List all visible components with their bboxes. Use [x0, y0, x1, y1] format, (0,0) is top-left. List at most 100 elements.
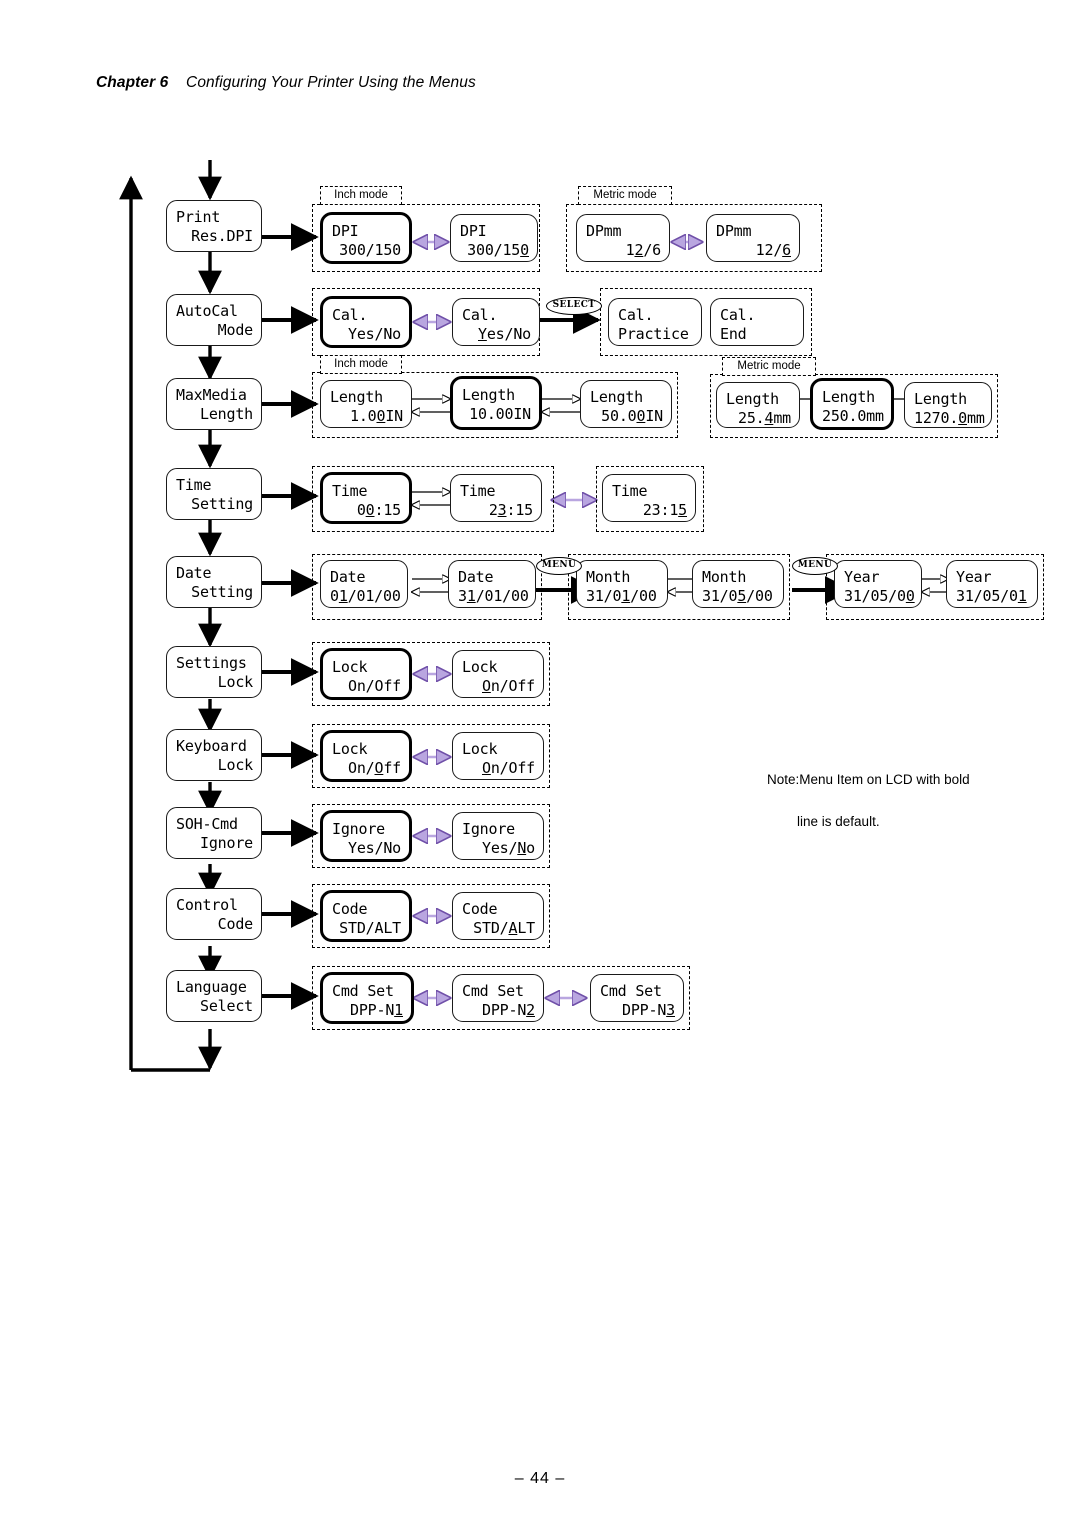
lcd-line-1: Ignore	[462, 820, 515, 838]
menu-key-badge-month[interactable]: MENU	[536, 557, 582, 575]
menu-line-1: Keyboard	[176, 737, 247, 755]
lcd-settings-lock-alt[interactable]: Lock On/Off	[452, 650, 544, 698]
lcd-cal-practice[interactable]: Cal. Practice	[608, 298, 702, 346]
lcd-line-2: Yes/No	[348, 838, 401, 857]
lcd-date-year-1[interactable]: Year 31/05/00	[834, 560, 922, 608]
lcd-line-1: Month	[586, 568, 631, 586]
lcd-dpi-inch-default[interactable]: DPI 300/150	[320, 212, 412, 264]
menu-item-soh-cmd-ignore[interactable]: SOH-Cmd Ignore	[166, 807, 262, 859]
lcd-line-2: 12/6	[625, 240, 662, 259]
lcd-line-2: 12/6	[755, 240, 792, 259]
menu-line-2: Setting	[191, 494, 253, 513]
lcd-cmd-set-n3[interactable]: Cmd Set DPP-N3	[590, 974, 684, 1022]
lcd-control-code-alt[interactable]: Code STD/ALT	[452, 892, 544, 940]
lcd-line-1: Cmd Set	[332, 982, 394, 1000]
lcd-line-2: 300/150	[467, 240, 529, 259]
lcd-line-1: Lock	[332, 658, 368, 676]
lcd-line-2: 01/01/00	[330, 586, 401, 605]
lcd-date-day-2[interactable]: Date 31/01/00	[448, 560, 536, 608]
lcd-dpi-inch-alt[interactable]: DPI 300/150	[450, 214, 538, 262]
menu-item-language-select[interactable]: Language Select	[166, 970, 262, 1022]
lcd-length-metric-default[interactable]: Length 250.0mm	[810, 378, 894, 430]
note-line-1: Note:Menu Item on LCD with bold	[767, 772, 970, 787]
menu-flow-diagram: Inch mode Metric mode Inch mode Metric m…	[0, 0, 1080, 1100]
lcd-line-2: DPP-N2	[482, 1000, 535, 1019]
lcd-dpmm-metric-1[interactable]: DPmm 12/6	[576, 214, 670, 262]
metric-mode-label-2: Metric mode	[722, 357, 816, 376]
menu-line-1: Print	[176, 208, 221, 226]
lcd-cal-default[interactable]: Cal. Yes/No	[320, 296, 412, 348]
menu-line-2: Mode	[217, 320, 254, 339]
lcd-line-1: Cal.	[332, 306, 368, 324]
lcd-length-inch-min[interactable]: Length 1.00IN	[320, 380, 412, 428]
lcd-line-2: 00:15	[356, 500, 401, 519]
menu-item-time-setting[interactable]: Time Setting	[166, 468, 262, 520]
lcd-line-2: 31/05/01	[956, 586, 1027, 605]
lcd-time-adjusted[interactable]: Time 23:15	[450, 474, 542, 522]
lcd-keyboard-lock-default[interactable]: Lock On/Off	[320, 730, 412, 782]
lcd-cmd-set-default[interactable]: Cmd Set DPP-N1	[320, 972, 414, 1024]
lcd-line-1: Month	[702, 568, 747, 586]
lcd-length-metric-max[interactable]: Length 1270.0mm	[904, 382, 992, 428]
lcd-line-1: Length	[462, 386, 515, 404]
lcd-length-inch-default[interactable]: Length 10.00IN	[450, 376, 542, 430]
menu-key-badge-year[interactable]: MENU	[792, 557, 838, 575]
inch-mode-label-2: Inch mode	[320, 355, 402, 374]
menu-line-2: Select	[200, 996, 253, 1015]
lcd-line-1: Date	[330, 568, 366, 586]
lcd-control-code-default[interactable]: Code STD/ALT	[320, 890, 412, 942]
lcd-date-month-2[interactable]: Month 31/05/00	[692, 560, 784, 608]
lcd-line-1: Length	[330, 388, 383, 406]
lcd-time-default[interactable]: Time 00:15	[320, 472, 412, 524]
lcd-line-1: Length	[590, 388, 643, 406]
lcd-line-2: 31/05/00	[844, 586, 915, 605]
lcd-line-1: Length	[726, 390, 779, 408]
lcd-line-1: Year	[844, 568, 880, 586]
menu-item-date-setting[interactable]: Date Setting	[166, 556, 262, 608]
lcd-line-1: Cal.	[720, 306, 756, 324]
lcd-line-2: Yes/No	[348, 324, 401, 343]
lcd-line-1: Cmd Set	[462, 982, 524, 1000]
menu-item-settings-lock[interactable]: Settings Lock	[166, 646, 262, 698]
menu-line-1: Time	[176, 476, 212, 494]
lcd-ignore-alt[interactable]: Ignore Yes/No	[452, 812, 544, 860]
lcd-line-2: 31/01/00	[586, 586, 657, 605]
lcd-cmd-set-n2[interactable]: Cmd Set DPP-N2	[452, 974, 544, 1022]
menu-line-2: Ignore	[200, 833, 253, 852]
lcd-line-1: Lock	[332, 740, 368, 758]
lcd-time-result[interactable]: Time 23:15	[602, 474, 696, 522]
menu-item-print-res-dpi[interactable]: Print Res.DPI	[166, 200, 262, 252]
lcd-line-1: Code	[332, 900, 368, 918]
menu-item-control-code[interactable]: Control Code	[166, 888, 262, 940]
lcd-ignore-default[interactable]: Ignore Yes/No	[320, 810, 412, 862]
lcd-dpmm-metric-2[interactable]: DPmm 12/6	[706, 214, 800, 262]
lcd-date-day-1[interactable]: Date 01/01/00	[320, 560, 408, 608]
lcd-cal-alt[interactable]: Cal. Yes/No	[452, 298, 540, 346]
lcd-settings-lock-default[interactable]: Lock On/Off	[320, 648, 412, 700]
menu-line-1: SOH-Cmd	[176, 815, 238, 833]
menu-line-1: Language	[176, 978, 247, 996]
lcd-line-2: End	[720, 324, 747, 343]
lcd-length-metric-min[interactable]: Length 25.4mm	[716, 382, 800, 428]
lcd-length-inch-max[interactable]: Length 50.00IN	[580, 380, 672, 428]
menu-item-keyboard-lock[interactable]: Keyboard Lock	[166, 729, 262, 781]
lcd-line-1: DPI	[460, 222, 487, 240]
lcd-keyboard-lock-alt[interactable]: Lock On/Off	[452, 732, 544, 780]
select-key-badge[interactable]: SELECT	[546, 297, 602, 315]
lcd-line-2: DPP-N1	[350, 1000, 403, 1019]
menu-line-1: AutoCal	[176, 302, 238, 320]
lcd-line-2: 10.00IN	[469, 404, 531, 423]
menu-item-autocal-mode[interactable]: AutoCal Mode	[166, 294, 262, 346]
menu-line-1: MaxMedia	[176, 386, 247, 404]
lcd-date-year-2[interactable]: Year 31/05/01	[946, 560, 1038, 608]
lcd-line-2: Yes/No	[478, 324, 531, 343]
lcd-line-1: Time	[332, 482, 368, 500]
metric-mode-label-1: Metric mode	[578, 186, 672, 205]
lcd-date-month-1[interactable]: Month 31/01/00	[576, 560, 668, 608]
lcd-line-2: 23:15	[642, 500, 687, 519]
lcd-cal-end[interactable]: Cal. End	[710, 298, 804, 346]
lcd-line-1: Cal.	[462, 306, 498, 324]
menu-line-1: Control	[176, 896, 238, 914]
menu-item-maxmedia-length[interactable]: MaxMedia Length	[166, 378, 262, 430]
lcd-line-1: Time	[460, 482, 496, 500]
